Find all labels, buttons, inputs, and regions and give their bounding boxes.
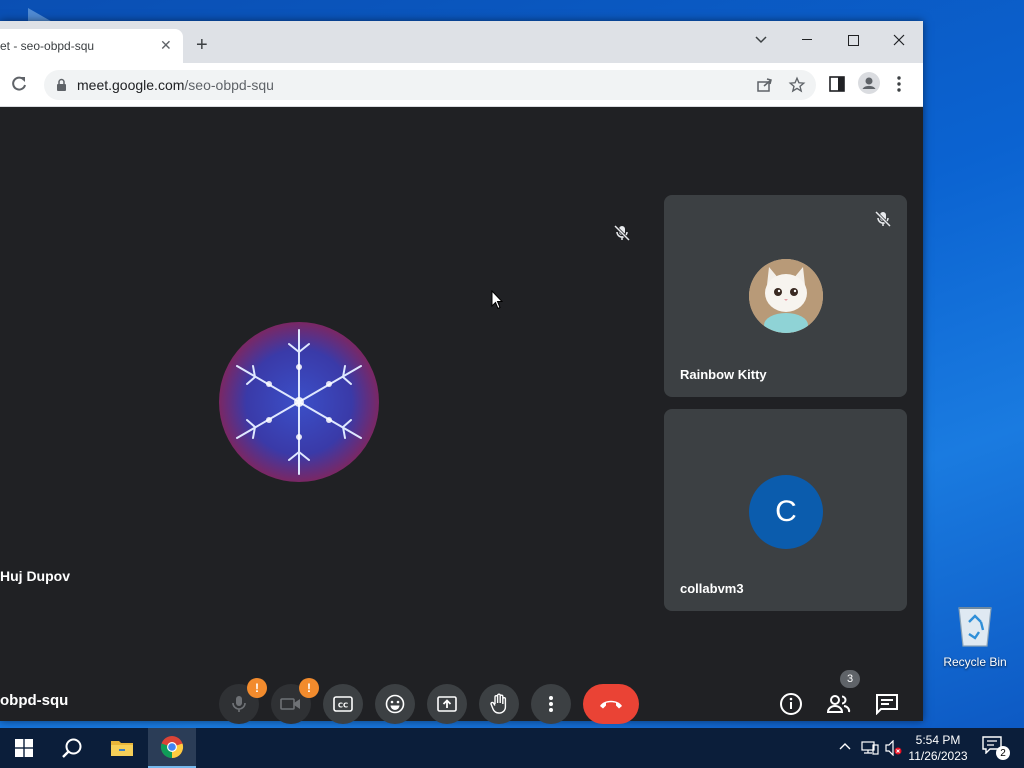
present-button[interactable]	[427, 684, 467, 724]
participant-tile-collabvm3[interactable]: C collabvm3	[664, 409, 907, 611]
search-icon	[62, 738, 82, 758]
clock-date: 11/26/2023	[908, 749, 968, 763]
chat-icon	[876, 694, 898, 715]
leave-call-button[interactable]	[583, 684, 639, 724]
maximize-icon[interactable]	[830, 25, 876, 55]
url-text: meet.google.com/seo-obpd-squ	[77, 77, 274, 93]
people-button[interactable]	[823, 688, 855, 720]
more-options-button[interactable]	[531, 684, 571, 724]
chat-button[interactable]	[871, 688, 903, 720]
tab-close-icon[interactable]: ✕	[160, 37, 172, 54]
new-tab-icon[interactable]: +	[196, 35, 208, 55]
chrome-taskbar-button[interactable]	[148, 728, 196, 768]
raise-hand-button[interactable]	[479, 684, 519, 724]
recycle-bin[interactable]: Recycle Bin	[940, 602, 1010, 669]
main-participant-mic-off-icon	[612, 223, 632, 248]
chrome-icon	[160, 736, 184, 759]
camera-icon	[280, 698, 300, 710]
participant-name: collabvm3	[680, 581, 744, 596]
initial-avatar: C	[749, 475, 823, 549]
camera-warning-badge: !	[299, 678, 319, 698]
notification-count-badge: 2	[996, 746, 1010, 760]
people-icon	[826, 695, 851, 713]
lock-icon[interactable]	[56, 78, 67, 97]
mic-warning-badge: !	[247, 678, 267, 698]
browser-toolbar: meet.google.com/seo-obpd-squ	[0, 63, 923, 107]
show-hidden-icons-chevron-icon[interactable]	[839, 740, 851, 758]
camera-button[interactable]: !	[271, 678, 319, 724]
main-participant-avatar	[219, 322, 379, 482]
start-button[interactable]	[0, 728, 48, 768]
svg-text:CC: CC	[338, 702, 348, 710]
hand-icon	[490, 693, 507, 714]
minimize-icon[interactable]	[784, 25, 830, 55]
meet-stage: Huj Dupov Rainbow Kitty C collabvm3 obpd…	[0, 107, 923, 724]
end-call-icon	[600, 700, 622, 709]
folder-icon	[111, 741, 133, 756]
present-screen-icon	[437, 696, 457, 712]
more-vert-icon	[549, 696, 553, 712]
people-count-badge: 3	[840, 670, 860, 688]
bookmark-star-icon[interactable]	[788, 76, 806, 99]
participant-tile-rainbow-kitty[interactable]: Rainbow Kitty	[664, 195, 907, 397]
menu-kebab-icon[interactable]	[896, 76, 902, 97]
info-icon	[780, 693, 802, 715]
tab-meet[interactable]: et - seo-obpd-squ ✕	[0, 29, 183, 63]
file-explorer-button[interactable]	[98, 728, 146, 768]
taskbar: 5:54 PM 11/26/2023 2	[0, 728, 1024, 768]
tab-search-icon[interactable]	[738, 25, 784, 55]
search-button[interactable]	[48, 728, 96, 768]
tab-bar: et - seo-obpd-squ ✕ +	[0, 21, 923, 63]
address-bar[interactable]: meet.google.com/seo-obpd-squ	[44, 70, 816, 100]
reactions-button[interactable]	[375, 684, 415, 724]
recycle-bin-icon	[958, 607, 992, 647]
main-participant-name: Huj Dupov	[0, 568, 70, 584]
system-clock[interactable]: 5:54 PM 11/26/2023	[902, 732, 974, 764]
meeting-code: obpd-squ	[0, 692, 69, 709]
action-center-button[interactable]: 2	[982, 736, 1010, 760]
mic-icon	[232, 696, 246, 712]
recycle-bin-label: Recycle Bin	[943, 655, 1007, 669]
tab-title: et - seo-obpd-squ	[0, 39, 95, 53]
share-icon[interactable]	[756, 76, 774, 99]
volume-muted-icon[interactable]	[885, 739, 903, 761]
mic-button[interactable]: !	[219, 678, 267, 724]
emoji-icon	[385, 694, 405, 714]
browser-window: et - seo-obpd-squ ✕ + meet.google.com/se…	[0, 21, 923, 724]
close-icon[interactable]	[876, 25, 922, 55]
participant-name: Rainbow Kitty	[680, 367, 767, 382]
reload-icon[interactable]	[10, 75, 28, 98]
mic-off-icon	[873, 209, 893, 234]
network-icon[interactable]	[861, 740, 879, 761]
windows-logo-icon	[15, 739, 33, 757]
clock-time: 5:54 PM	[915, 733, 961, 747]
meeting-details-button[interactable]	[775, 688, 807, 720]
captions-button[interactable]: CC	[323, 684, 363, 724]
side-panel-icon[interactable]	[829, 76, 845, 97]
kitten-avatar	[749, 259, 823, 333]
mouse-cursor-icon	[491, 289, 504, 315]
captions-icon: CC	[333, 696, 353, 712]
profile-icon[interactable]	[858, 72, 880, 99]
